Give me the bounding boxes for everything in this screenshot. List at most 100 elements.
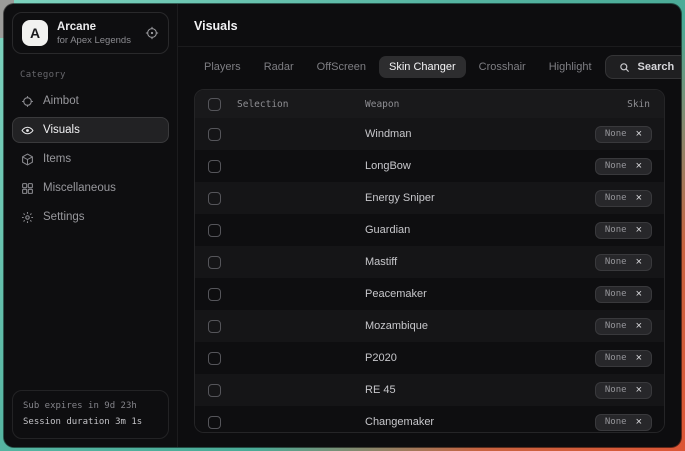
weapon-name: Windman xyxy=(365,128,544,140)
skin-select-chip[interactable]: None × xyxy=(595,350,652,367)
table-body: Windman None × LongBow None × Energy Sniper Non… xyxy=(195,118,664,433)
row-checkbox[interactable] xyxy=(208,224,221,237)
skin-value: None xyxy=(605,161,627,171)
sidebar-item-label: Settings xyxy=(43,211,85,223)
sidebar-item-aimbot[interactable]: Aimbot xyxy=(12,88,169,114)
box-icon xyxy=(21,153,34,166)
tab-offscreen[interactable]: OffScreen xyxy=(307,56,376,78)
clear-skin-icon[interactable]: × xyxy=(636,193,642,204)
app-titles: Arcane for Apex Legends xyxy=(57,21,131,46)
sidebar-item-label: Miscellaneous xyxy=(43,182,116,194)
gear-icon xyxy=(21,211,34,224)
weapon-name: Energy Sniper xyxy=(365,192,544,204)
weapon-name: P2020 xyxy=(365,352,544,364)
clear-skin-icon[interactable]: × xyxy=(636,289,642,300)
row-checkbox[interactable] xyxy=(208,288,221,301)
tabs-row: PlayersRadarOffScreenSkin ChangerCrossha… xyxy=(178,47,681,85)
skin-select-chip[interactable]: None × xyxy=(595,254,652,271)
crosshair-icon xyxy=(21,95,34,108)
skin-select-chip[interactable]: None × xyxy=(595,126,652,143)
skin-value: None xyxy=(605,385,627,395)
sidebar-item-settings[interactable]: Settings xyxy=(12,204,169,230)
search-icon xyxy=(619,62,630,73)
weapon-name: LongBow xyxy=(365,160,544,172)
session-duration-text: Session duration 3m 1s xyxy=(23,415,158,430)
clear-skin-icon[interactable]: × xyxy=(636,225,642,236)
sidebar-item-visuals[interactable]: Visuals xyxy=(12,117,169,143)
search-button[interactable]: Search xyxy=(605,55,681,79)
skin-select-chip[interactable]: None × xyxy=(595,222,652,239)
row-checkbox[interactable] xyxy=(208,128,221,141)
table-row: Windman None × xyxy=(195,118,664,150)
clear-skin-icon[interactable]: × xyxy=(636,385,642,396)
skin-value: None xyxy=(605,129,627,139)
row-checkbox[interactable] xyxy=(208,352,221,365)
skin-select-chip[interactable]: None × xyxy=(595,414,652,431)
clear-skin-icon[interactable]: × xyxy=(636,161,642,172)
column-header-skin: Skin xyxy=(627,99,664,110)
skin-select-chip[interactable]: None × xyxy=(595,382,652,399)
sidebar-nav: Aimbot Visuals Items Miscellaneous Settings xyxy=(12,88,169,230)
clear-skin-icon[interactable]: × xyxy=(636,321,642,332)
skin-value: None xyxy=(605,257,627,267)
row-checkbox[interactable] xyxy=(208,192,221,205)
skin-select-chip[interactable]: None × xyxy=(595,318,652,335)
table-row: LongBow None × xyxy=(195,150,664,182)
search-button-label: Search xyxy=(638,61,675,73)
sub-expires-text: Sub expires in 9d 23h xyxy=(23,399,158,414)
tab-radar[interactable]: Radar xyxy=(254,56,304,78)
table-row: PeacemakerNone× xyxy=(195,278,664,310)
clear-skin-icon[interactable]: × xyxy=(636,417,642,428)
skin-value: None xyxy=(605,353,627,363)
skin-value: None xyxy=(605,289,627,299)
skin-select-chip[interactable]: None × xyxy=(595,158,652,175)
main-panel: Visuals PlayersRadarOffScreenSkin Change… xyxy=(178,4,681,447)
tab-crosshair[interactable]: Crosshair xyxy=(469,56,536,78)
sidebar-item-label: Visuals xyxy=(43,124,80,136)
clear-skin-icon[interactable]: × xyxy=(636,257,642,268)
row-checkbox[interactable] xyxy=(208,160,221,173)
skin-value: None xyxy=(605,417,627,427)
table-row: RE 45 None × xyxy=(195,374,664,406)
sidebar-item-label: Aimbot xyxy=(43,95,79,107)
table-row: P2020 None × xyxy=(195,342,664,374)
table-row: Mozambique None × xyxy=(195,310,664,342)
row-checkbox[interactable] xyxy=(208,320,221,333)
row-checkbox[interactable] xyxy=(208,416,221,429)
skin-value: None xyxy=(605,321,627,331)
row-checkbox[interactable] xyxy=(208,384,221,397)
app-subtitle: for Apex Legends xyxy=(57,35,131,46)
table-row: MastiffNone× xyxy=(195,246,664,278)
weapon-name: RE 45 xyxy=(365,384,544,396)
sidebar-item-miscellaneous[interactable]: Miscellaneous xyxy=(12,175,169,201)
desktop-background: A Arcane for Apex Legends Category Aimbo… xyxy=(0,0,685,451)
app-header-card: A Arcane for Apex Legends xyxy=(12,12,169,54)
weapon-name: Changemaker xyxy=(365,416,544,428)
tab-players[interactable]: Players xyxy=(194,56,251,78)
skin-select-chip[interactable]: None × xyxy=(595,286,652,303)
tab-highlight[interactable]: Highlight xyxy=(539,56,602,78)
grid-icon xyxy=(21,182,34,195)
skin-select-chip[interactable]: None × xyxy=(595,190,652,207)
sidebar: A Arcane for Apex Legends Category Aimbo… xyxy=(4,4,178,447)
weapon-name: Guardian xyxy=(365,224,544,236)
session-info-card: Sub expires in 9d 23h Session duration 3… xyxy=(12,390,169,439)
weapon-name: Mozambique xyxy=(365,320,544,332)
app-logo: A xyxy=(22,20,48,46)
table-header-row: Selection Weapon Skin xyxy=(195,90,664,118)
clear-skin-icon[interactable]: × xyxy=(636,129,642,140)
sidebar-item-items[interactable]: Items xyxy=(12,146,169,172)
tab-skin-changer[interactable]: Skin Changer xyxy=(379,56,466,78)
table-row: Energy Sniper None × xyxy=(195,182,664,214)
app-title: Arcane xyxy=(57,21,131,33)
category-label: Category xyxy=(20,70,161,80)
skin-value: None xyxy=(605,193,627,203)
row-checkbox[interactable] xyxy=(208,256,221,269)
tabs-container: PlayersRadarOffScreenSkin ChangerCrossha… xyxy=(194,56,602,78)
arcane-app-window: A Arcane for Apex Legends Category Aimbo… xyxy=(4,4,681,447)
skin-value: None xyxy=(605,225,627,235)
clear-skin-icon[interactable]: × xyxy=(636,353,642,364)
target-icon[interactable] xyxy=(145,26,159,40)
select-all-checkbox[interactable] xyxy=(208,98,221,111)
table-row: Guardian None × xyxy=(195,214,664,246)
